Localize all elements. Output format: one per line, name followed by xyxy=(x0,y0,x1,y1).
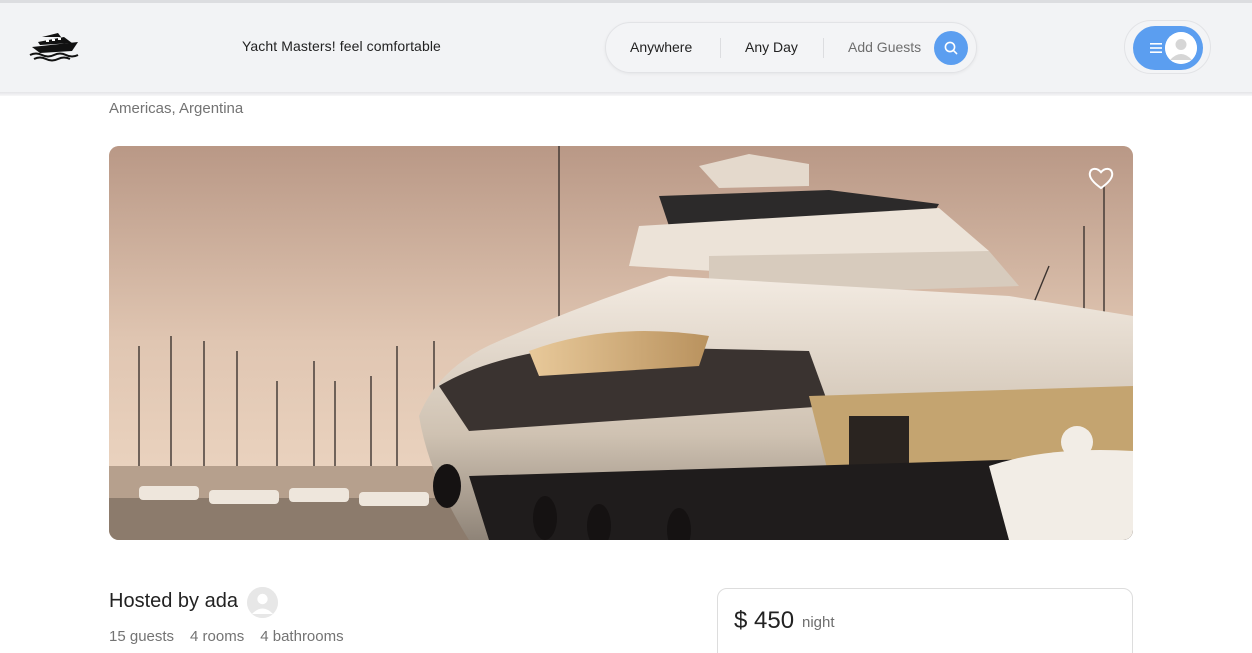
listing-facts: 15 guests 4 rooms 4 bathrooms xyxy=(109,628,344,645)
user-menu-button[interactable] xyxy=(1133,26,1203,70)
heart-icon[interactable] xyxy=(1087,165,1115,191)
search-button[interactable] xyxy=(934,31,968,65)
search-icon xyxy=(944,41,958,55)
listing-location: Americas, Argentina xyxy=(109,100,244,117)
guest-count: 15 guests xyxy=(109,628,175,645)
date-filter[interactable]: Any Day xyxy=(745,39,798,55)
user-avatar-icon xyxy=(1165,32,1197,64)
yacht-logo-icon[interactable] xyxy=(28,28,82,62)
search-divider xyxy=(823,38,824,58)
guests-filter[interactable]: Add Guests xyxy=(848,39,921,55)
price-unit: night xyxy=(802,614,835,631)
yacht-photo xyxy=(109,146,1133,540)
hamburger-icon xyxy=(1150,43,1162,53)
host-label: Hosted by ada xyxy=(109,590,238,612)
nightly-price: $ 450 xyxy=(734,607,795,634)
navbar-shadow xyxy=(0,92,1252,96)
search-bar[interactable]: Anywhere Any Day Add Guests xyxy=(605,22,977,73)
reservation-card: $ 450 night xyxy=(717,588,1133,653)
host-avatar-icon[interactable] xyxy=(247,587,278,618)
search-divider xyxy=(720,38,721,58)
site-tagline: Yacht Masters! feel comfortable xyxy=(242,38,441,54)
room-count: 4 rooms xyxy=(190,628,245,645)
bathroom-count: 4 bathrooms xyxy=(260,628,344,645)
user-menu xyxy=(1124,20,1211,74)
location-filter[interactable]: Anywhere xyxy=(630,39,692,55)
listing-photo xyxy=(109,146,1133,540)
